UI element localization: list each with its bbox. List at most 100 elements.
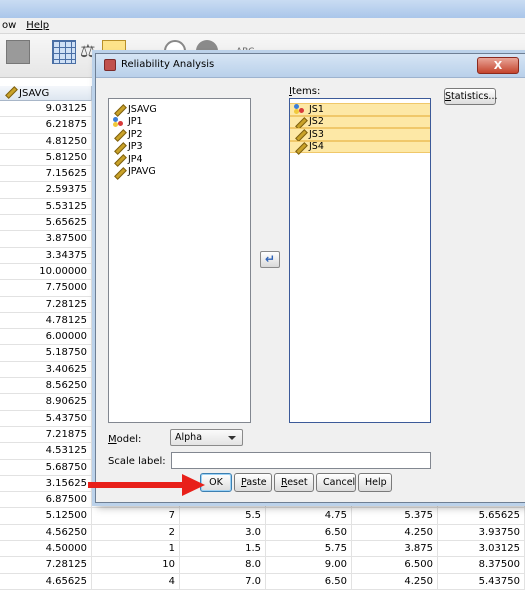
- table-cell[interactable]: 5.43750: [0, 410, 92, 427]
- dialog-titlebar[interactable]: Reliability Analysis X: [96, 54, 525, 78]
- move-variable-button[interactable]: ↵: [260, 251, 280, 268]
- table-cell[interactable]: 8.0: [180, 557, 266, 574]
- table-cell[interactable]: 3.875: [352, 541, 438, 558]
- scale-variable-icon: [294, 117, 306, 127]
- paste-button[interactable]: Paste: [234, 473, 272, 492]
- help-button[interactable]: Help: [358, 473, 392, 492]
- table-cell[interactable]: 5.375: [352, 508, 438, 525]
- table-cell[interactable]: 7.75000: [0, 280, 92, 297]
- variable-list-item[interactable]: JPAVG: [109, 166, 250, 179]
- table-cell[interactable]: 4.50000: [0, 541, 92, 558]
- table-cell[interactable]: 6.500: [352, 557, 438, 574]
- menu-item-help[interactable]: Help: [26, 20, 49, 31]
- table-cell[interactable]: 6.50: [266, 524, 352, 541]
- reset-button[interactable]: Reset: [274, 473, 314, 492]
- scale-variable-icon: [113, 142, 125, 152]
- table-cell[interactable]: 10.00000: [0, 263, 92, 280]
- table-cell[interactable]: 5.65625: [0, 215, 92, 232]
- table-cell[interactable]: 3.15625: [0, 475, 92, 492]
- table-cell[interactable]: 1.5: [180, 541, 266, 558]
- variable-name: JP1: [128, 116, 143, 128]
- table-cell[interactable]: 3.34375: [0, 247, 92, 264]
- scale-label-input[interactable]: [171, 452, 431, 469]
- table-cell[interactable]: 4.81250: [0, 133, 92, 150]
- table-cell[interactable]: 5.68750: [0, 459, 92, 476]
- table-row: 7.28125 10 8.0 9.00 6.500 8.37500: [0, 557, 525, 574]
- reliability-analysis-dialog: Reliability Analysis X JSAVG JP1 JP2 JP3 JP4…: [95, 53, 525, 503]
- table-cell[interactable]: 3.93750: [438, 524, 525, 541]
- table-cell[interactable]: 4.53125: [0, 443, 92, 460]
- table-row: 4.50000 1 1.5 5.75 3.875 3.03125: [0, 541, 525, 558]
- table-cell[interactable]: 4: [92, 573, 180, 590]
- menu-item-window[interactable]: ow: [2, 20, 16, 31]
- table-cell[interactable]: 5.81250: [0, 149, 92, 166]
- column-header-jsavg[interactable]: JSAVG: [0, 86, 92, 101]
- variable-list-item[interactable]: JP3: [109, 141, 250, 154]
- variable-list-item[interactable]: JS2: [290, 115, 430, 128]
- close-button[interactable]: X: [477, 57, 519, 74]
- table-cell[interactable]: 7.0: [180, 573, 266, 590]
- table-cell[interactable]: 5.65625: [438, 508, 525, 525]
- table-cell[interactable]: 4.56250: [0, 524, 92, 541]
- variable-name: JP3: [128, 141, 143, 153]
- data-grid-icon[interactable]: [52, 40, 76, 64]
- dialog-button-row: OK Paste Reset Cancel Help: [200, 473, 392, 493]
- table-cell[interactable]: 2: [92, 524, 180, 541]
- variable-list-item[interactable]: JP1: [109, 116, 250, 129]
- recall-dialog-icon[interactable]: [6, 40, 30, 64]
- table-row: 4.56250 2 3.0 6.50 4.250 3.93750: [0, 524, 525, 542]
- table-cell[interactable]: 5.5: [180, 508, 266, 525]
- table-cell[interactable]: 6.50: [266, 573, 352, 590]
- variable-name: JS1: [309, 103, 324, 115]
- table-cell[interactable]: 3.03125: [438, 541, 525, 558]
- variable-list-item[interactable]: JS1: [290, 103, 430, 116]
- table-cell[interactable]: 3.40625: [0, 361, 92, 378]
- table-cell[interactable]: 4.65625: [0, 573, 92, 590]
- table-cell[interactable]: 6.00000: [0, 329, 92, 346]
- model-dropdown[interactable]: Alpha: [170, 429, 243, 446]
- variable-list-item[interactable]: JS4: [290, 140, 430, 153]
- cancel-button[interactable]: Cancel: [316, 473, 356, 492]
- variable-name: JS4: [309, 141, 324, 153]
- table-cell[interactable]: 4.78125: [0, 312, 92, 329]
- table-cell[interactable]: 7.28125: [0, 557, 92, 574]
- table-cell[interactable]: 4.75: [266, 508, 352, 525]
- items-label: Items:: [289, 86, 321, 97]
- table-cell[interactable]: 8.56250: [0, 378, 92, 395]
- variable-list-item[interactable]: JS3: [290, 128, 430, 141]
- table-cell[interactable]: 4.250: [352, 573, 438, 590]
- table-cell[interactable]: 10: [92, 557, 180, 574]
- window-titlebar: [0, 0, 525, 18]
- table-cell[interactable]: 5.53125: [0, 198, 92, 215]
- menubar: ow Help: [0, 18, 525, 34]
- table-cell[interactable]: 3.0: [180, 524, 266, 541]
- table-cell[interactable]: 6.21875: [0, 117, 92, 134]
- table-cell[interactable]: 6.87500: [0, 492, 92, 509]
- variable-list-item[interactable]: JSAVG: [109, 103, 250, 116]
- table-cell[interactable]: 7.28125: [0, 296, 92, 313]
- table-cell[interactable]: 8.90625: [0, 394, 92, 411]
- table-cell[interactable]: 9.03125: [0, 101, 92, 117]
- table-cell[interactable]: 3.87500: [0, 231, 92, 248]
- table-cell[interactable]: 7.21875: [0, 426, 92, 443]
- table-cell[interactable]: 5.18750: [0, 345, 92, 362]
- variable-name: JP4: [128, 153, 143, 165]
- table-cell[interactable]: 9.00: [266, 557, 352, 574]
- table-cell[interactable]: 2.59375: [0, 182, 92, 199]
- table-cell[interactable]: 4.250: [352, 524, 438, 541]
- table-cell[interactable]: 7: [92, 508, 180, 525]
- table-cell[interactable]: 1: [92, 541, 180, 558]
- source-variable-list[interactable]: JSAVG JP1 JP2 JP3 JP4 JPAVG: [108, 98, 251, 423]
- items-list[interactable]: JS1 JS2 JS3 JS4: [289, 98, 431, 423]
- table-cell[interactable]: 8.37500: [438, 557, 525, 574]
- variable-name: JPAVG: [128, 166, 156, 178]
- variable-name: JSAVG: [128, 103, 157, 115]
- variable-list-item[interactable]: JP2: [109, 128, 250, 141]
- table-cell[interactable]: 7.15625: [0, 166, 92, 183]
- statistics-button[interactable]: Statistics...: [444, 88, 498, 105]
- table-cell[interactable]: 5.12500: [0, 508, 92, 525]
- table-cell[interactable]: 5.75: [266, 541, 352, 558]
- scale-variable-icon: [113, 167, 125, 177]
- table-cell[interactable]: 5.43750: [438, 573, 525, 590]
- variable-list-item[interactable]: JP4: [109, 153, 250, 166]
